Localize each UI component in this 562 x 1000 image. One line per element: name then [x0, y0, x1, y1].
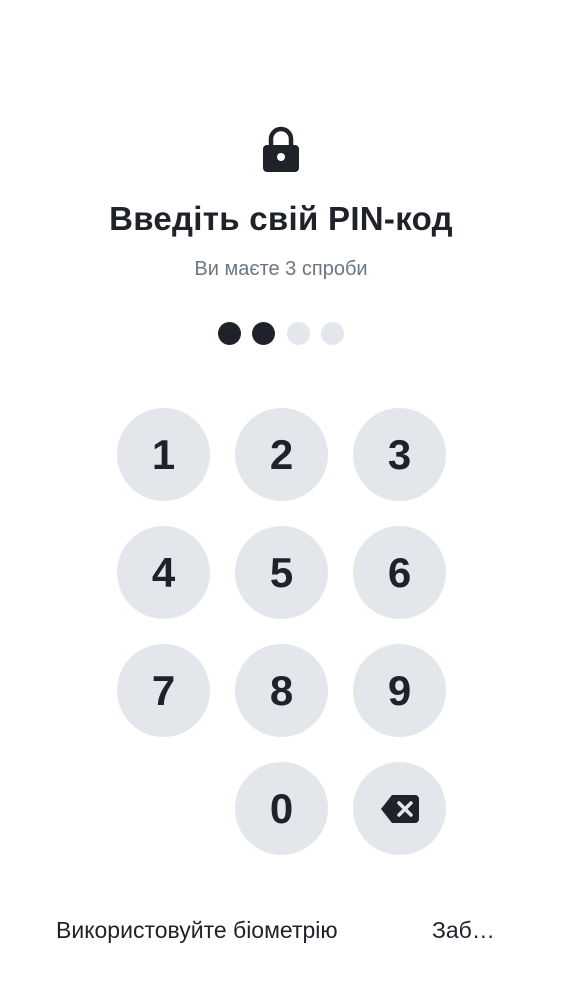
- key-9[interactable]: 9: [353, 644, 446, 737]
- pin-dot: [287, 322, 310, 345]
- pin-dot: [218, 322, 241, 345]
- key-7[interactable]: 7: [117, 644, 210, 737]
- pin-dot: [321, 322, 344, 345]
- attempts-remaining-text: Ви маєте 3 спроби: [194, 258, 368, 280]
- forgot-pin-button[interactable]: Заб…: [432, 917, 495, 944]
- key-label: 2: [269, 430, 294, 478]
- key-0[interactable]: 0: [235, 762, 328, 855]
- pin-dot: [252, 322, 275, 345]
- key-1[interactable]: 1: [117, 408, 210, 501]
- key-3[interactable]: 3: [353, 408, 446, 501]
- key-5[interactable]: 5: [235, 526, 328, 619]
- key-label: 1: [151, 430, 176, 478]
- key-label: 8: [269, 666, 294, 714]
- pin-entry-screen: Введіть свій PIN-код Ви маєте 3 спроби 1…: [0, 0, 562, 1000]
- key-8[interactable]: 8: [235, 644, 328, 737]
- key-label: 7: [151, 666, 176, 714]
- key-label: 0: [269, 784, 294, 832]
- key-label: 3: [387, 430, 412, 478]
- key-label: 9: [387, 666, 412, 714]
- lock-icon: [263, 126, 299, 172]
- key-label: 5: [269, 548, 294, 596]
- key-label: 4: [151, 548, 176, 596]
- key-label: 6: [387, 548, 412, 596]
- backspace-button[interactable]: [353, 762, 446, 855]
- backspace-icon: [380, 794, 419, 823]
- key-2[interactable]: 2: [235, 408, 328, 501]
- page-title: Введіть свій PIN-код: [109, 200, 453, 237]
- key-6[interactable]: 6: [353, 526, 446, 619]
- key-4[interactable]: 4: [117, 526, 210, 619]
- use-biometrics-button[interactable]: Використовуйте біометрію: [56, 917, 338, 944]
